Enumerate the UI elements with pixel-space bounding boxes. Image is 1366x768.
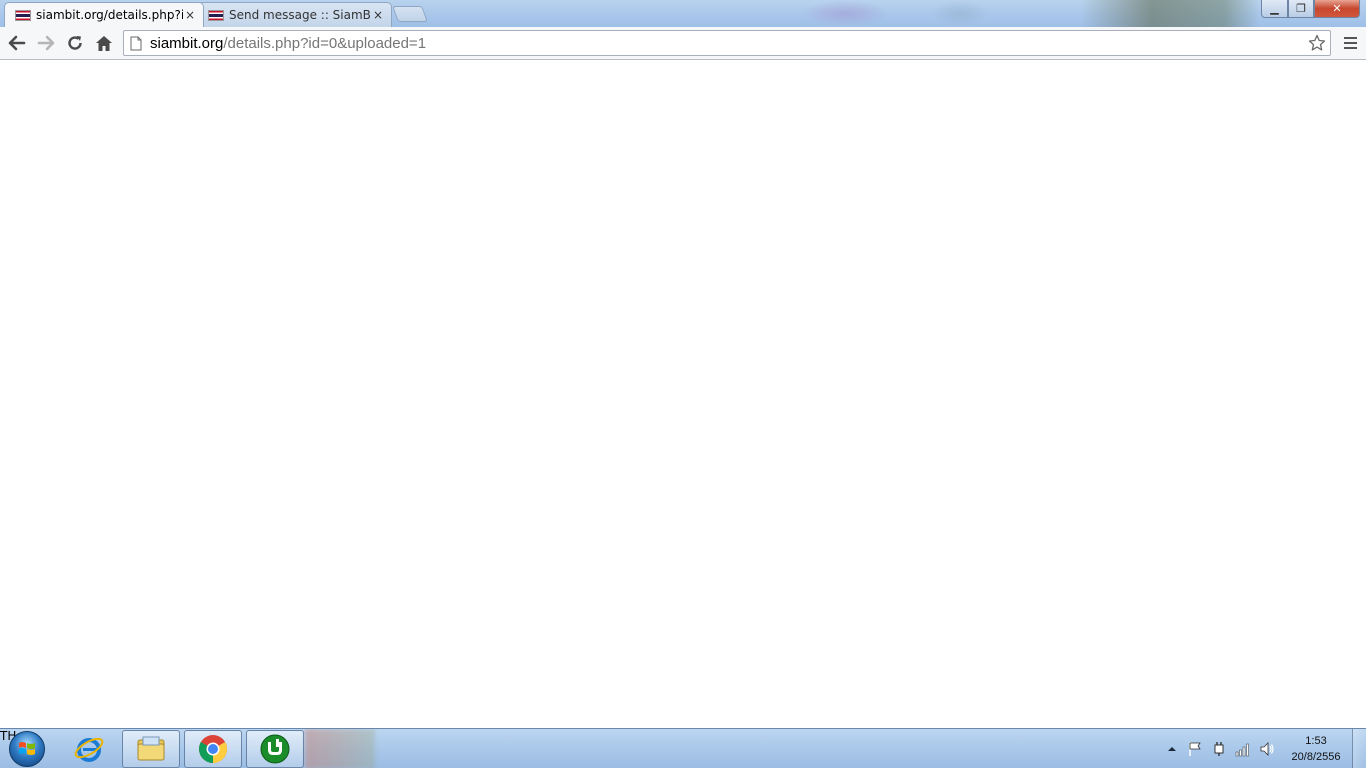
desktop-background-blur bbox=[800, 0, 890, 27]
maximize-button[interactable]: ❐ bbox=[1288, 0, 1314, 18]
hamburger-line bbox=[1343, 47, 1357, 49]
chrome-menu-button[interactable] bbox=[1339, 32, 1361, 54]
action-center-flag-icon[interactable] bbox=[1187, 741, 1203, 757]
system-clock[interactable]: 1:53 20/8/2556 bbox=[1283, 733, 1349, 765]
chrome-icon[interactable] bbox=[184, 730, 242, 768]
show-hidden-icons-button[interactable] bbox=[1164, 741, 1180, 757]
back-button[interactable] bbox=[4, 31, 30, 55]
forward-button[interactable] bbox=[33, 31, 59, 55]
tab-send-message[interactable]: Send message :: SiamBIT:: × bbox=[197, 2, 392, 27]
home-icon bbox=[96, 35, 112, 51]
address-bar[interactable]: siambit.org/details.php?id=0&uploaded=1 bbox=[123, 30, 1331, 56]
tab-close-icon[interactable]: × bbox=[183, 8, 197, 22]
volume-speaker-icon[interactable] bbox=[1259, 741, 1275, 757]
clock-date: 20/8/2556 bbox=[1291, 751, 1341, 763]
tab-close-icon[interactable]: × bbox=[371, 8, 385, 22]
back-arrow-icon bbox=[8, 35, 26, 51]
network-signal-icon[interactable] bbox=[1235, 741, 1251, 757]
bookmark-star-button[interactable] bbox=[1306, 33, 1328, 53]
tab-siambit-details[interactable]: siambit.org/details.php?id × bbox=[4, 2, 204, 27]
internet-explorer-icon[interactable] bbox=[60, 730, 118, 768]
window-controls: ▁ ❐ ✕ bbox=[1261, 0, 1360, 18]
clock-time: 1:53 bbox=[1305, 735, 1327, 747]
minimize-button[interactable]: ▁ bbox=[1261, 0, 1288, 18]
utorrent-icon[interactable] bbox=[246, 730, 304, 768]
url-host: siambit.org bbox=[150, 34, 224, 52]
home-button[interactable] bbox=[91, 31, 117, 55]
page-content-blank bbox=[0, 61, 1366, 728]
browser-toolbar: siambit.org/details.php?id=0&uploaded=1 bbox=[0, 27, 1366, 60]
windows-logo-icon bbox=[9, 731, 45, 767]
desktop-background-blur bbox=[1080, 0, 1260, 27]
thai-flag-favicon-icon bbox=[208, 9, 224, 21]
taskbar-background-blur bbox=[305, 729, 1105, 768]
url-text: siambit.org/details.php?id=0&uploaded=1 bbox=[150, 35, 426, 52]
file-explorer-icon[interactable] bbox=[122, 730, 180, 768]
hamburger-line bbox=[1343, 42, 1357, 44]
power-plug-icon[interactable] bbox=[1211, 741, 1227, 757]
desktop-background-blur bbox=[930, 0, 990, 27]
close-window-button[interactable]: ✕ bbox=[1314, 0, 1360, 18]
browser-titlebar: siambit.org/details.php?id × Send messag… bbox=[0, 0, 1366, 27]
forward-arrow-icon bbox=[37, 35, 55, 51]
thai-flag-favicon-icon bbox=[15, 9, 31, 21]
tab-title: siambit.org/details.php?id bbox=[36, 8, 183, 22]
hamburger-line bbox=[1343, 37, 1357, 39]
show-desktop-button[interactable] bbox=[1352, 729, 1366, 768]
star-icon bbox=[1308, 34, 1326, 51]
page-icon bbox=[130, 36, 142, 50]
reload-button[interactable] bbox=[62, 31, 88, 55]
url-path: /details.php?id=0&uploaded=1 bbox=[223, 34, 427, 52]
start-button[interactable] bbox=[4, 730, 50, 768]
reload-icon bbox=[68, 36, 82, 50]
chevron-up-icon bbox=[1168, 747, 1176, 751]
new-tab-button[interactable] bbox=[392, 6, 428, 22]
tab-title: Send message :: SiamBIT:: bbox=[229, 8, 371, 22]
windows-taskbar: TH 1:53 20/8/2556 bbox=[0, 728, 1366, 768]
